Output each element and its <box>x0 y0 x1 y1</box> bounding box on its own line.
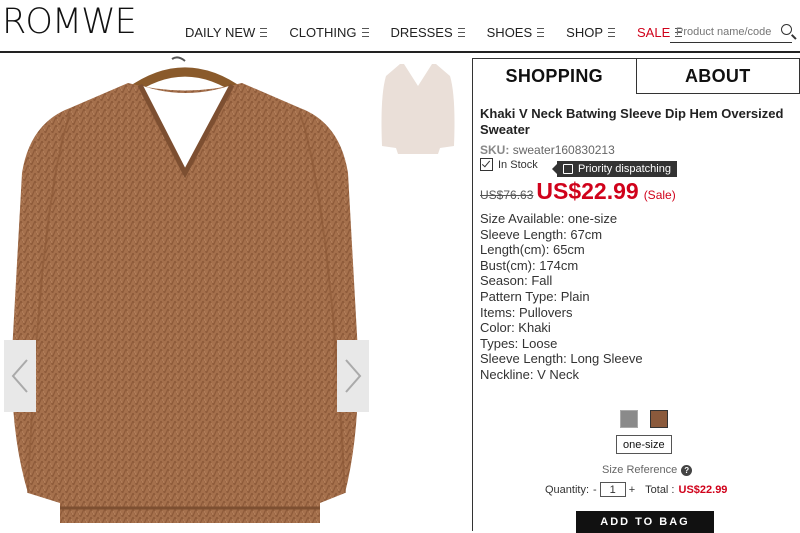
site-logo[interactable]: ROMWE <box>2 2 136 42</box>
quantity-decrement[interactable]: - <box>593 484 597 496</box>
product-specs: Size Available: one-size Sleeve Length: … <box>480 211 643 383</box>
tab-shopping[interactable]: SHOPPING <box>472 58 637 94</box>
nav-daily-new[interactable]: DAILY NEW <box>185 25 267 40</box>
prev-image-button[interactable] <box>4 340 36 412</box>
checkmark-icon <box>480 158 493 171</box>
color-swatch-khaki[interactable] <box>650 410 668 428</box>
search-bar <box>670 22 792 43</box>
quantity-input[interactable]: 1 <box>600 482 626 497</box>
product-sku: SKU: sweater160830213 <box>480 143 615 157</box>
original-price: US$76.63 <box>480 188 533 202</box>
color-swatches <box>620 410 680 428</box>
stock-status: In Stock <box>480 158 538 171</box>
total-label: Total : <box>645 484 674 496</box>
priority-badge: Priority dispatching <box>557 161 677 177</box>
sku-value: sweater160830213 <box>513 143 615 157</box>
nav-label: SHOES <box>487 25 533 40</box>
spec-line: Types: Loose <box>480 336 643 352</box>
sku-label: SKU: <box>480 143 509 157</box>
total-value: US$22.99 <box>679 484 728 496</box>
size-option-button[interactable]: one-size <box>616 435 672 454</box>
spec-line: Length(cm): 65cm <box>480 242 643 258</box>
priority-label: Priority dispatching <box>578 163 671 175</box>
spec-line: Season: Fall <box>480 273 643 289</box>
spec-line: Size Available: one-size <box>480 211 643 227</box>
quantity-increment[interactable]: + <box>629 484 635 496</box>
menu-icon <box>537 28 544 37</box>
sale-price: US$22.99 <box>536 178 638 205</box>
quantity-row: Quantity: - 1 + Total : US$22.99 <box>545 482 727 497</box>
menu-icon <box>608 28 615 37</box>
nav-shoes[interactable]: SHOES <box>487 25 545 40</box>
sale-tag: (Sale) <box>644 188 676 202</box>
quantity-label: Quantity: <box>545 484 589 496</box>
main-nav: DAILY NEW CLOTHING DRESSES SHOES SHOP SA… <box>185 25 704 40</box>
menu-icon <box>362 28 369 37</box>
stock-label: In Stock <box>498 159 538 171</box>
product-tabs: SHOPPING ABOUT <box>472 58 800 94</box>
add-to-bag-button[interactable]: ADD TO BAG <box>576 511 714 533</box>
search-icon[interactable] <box>781 24 792 35</box>
menu-icon <box>458 28 465 37</box>
nav-label: CLOTHING <box>289 25 356 40</box>
spec-line: Neckline: V Neck <box>480 367 643 383</box>
package-icon <box>563 164 573 174</box>
help-icon[interactable]: ? <box>681 465 692 476</box>
spec-line: Sleeve Length: 67cm <box>480 227 643 243</box>
tab-about[interactable]: ABOUT <box>637 58 800 94</box>
size-reference-link[interactable]: Size Reference ? <box>602 464 692 476</box>
spec-line: Sleeve Length: Long Sleeve <box>480 351 643 367</box>
color-swatch-grey[interactable] <box>620 410 638 428</box>
nav-dresses[interactable]: DRESSES <box>391 25 465 40</box>
spec-line: Pattern Type: Plain <box>480 289 643 305</box>
spec-line: Items: Pullovers <box>480 305 643 321</box>
nav-label: SHOP <box>566 25 603 40</box>
size-reference-label: Size Reference <box>602 464 677 476</box>
nav-label: SALE <box>637 25 670 40</box>
product-thumbnail[interactable] <box>378 56 458 156</box>
chevron-left-icon <box>10 358 30 394</box>
nav-label: DAILY NEW <box>185 25 255 40</box>
next-image-button[interactable] <box>337 340 369 412</box>
panel-border <box>472 94 473 531</box>
spec-line: Color: Khaki <box>480 320 643 336</box>
product-main-image[interactable] <box>0 53 370 531</box>
menu-icon <box>260 28 267 37</box>
chevron-right-icon <box>343 358 363 394</box>
nav-clothing[interactable]: CLOTHING <box>289 25 368 40</box>
nav-shop[interactable]: SHOP <box>566 25 615 40</box>
price-block: US$76.63 US$22.99 (Sale) <box>480 178 676 205</box>
nav-label: DRESSES <box>391 25 453 40</box>
product-title: Khaki V Neck Batwing Sleeve Dip Hem Over… <box>480 106 792 138</box>
spec-line: Bust(cm): 174cm <box>480 258 643 274</box>
search-input[interactable] <box>670 24 780 38</box>
